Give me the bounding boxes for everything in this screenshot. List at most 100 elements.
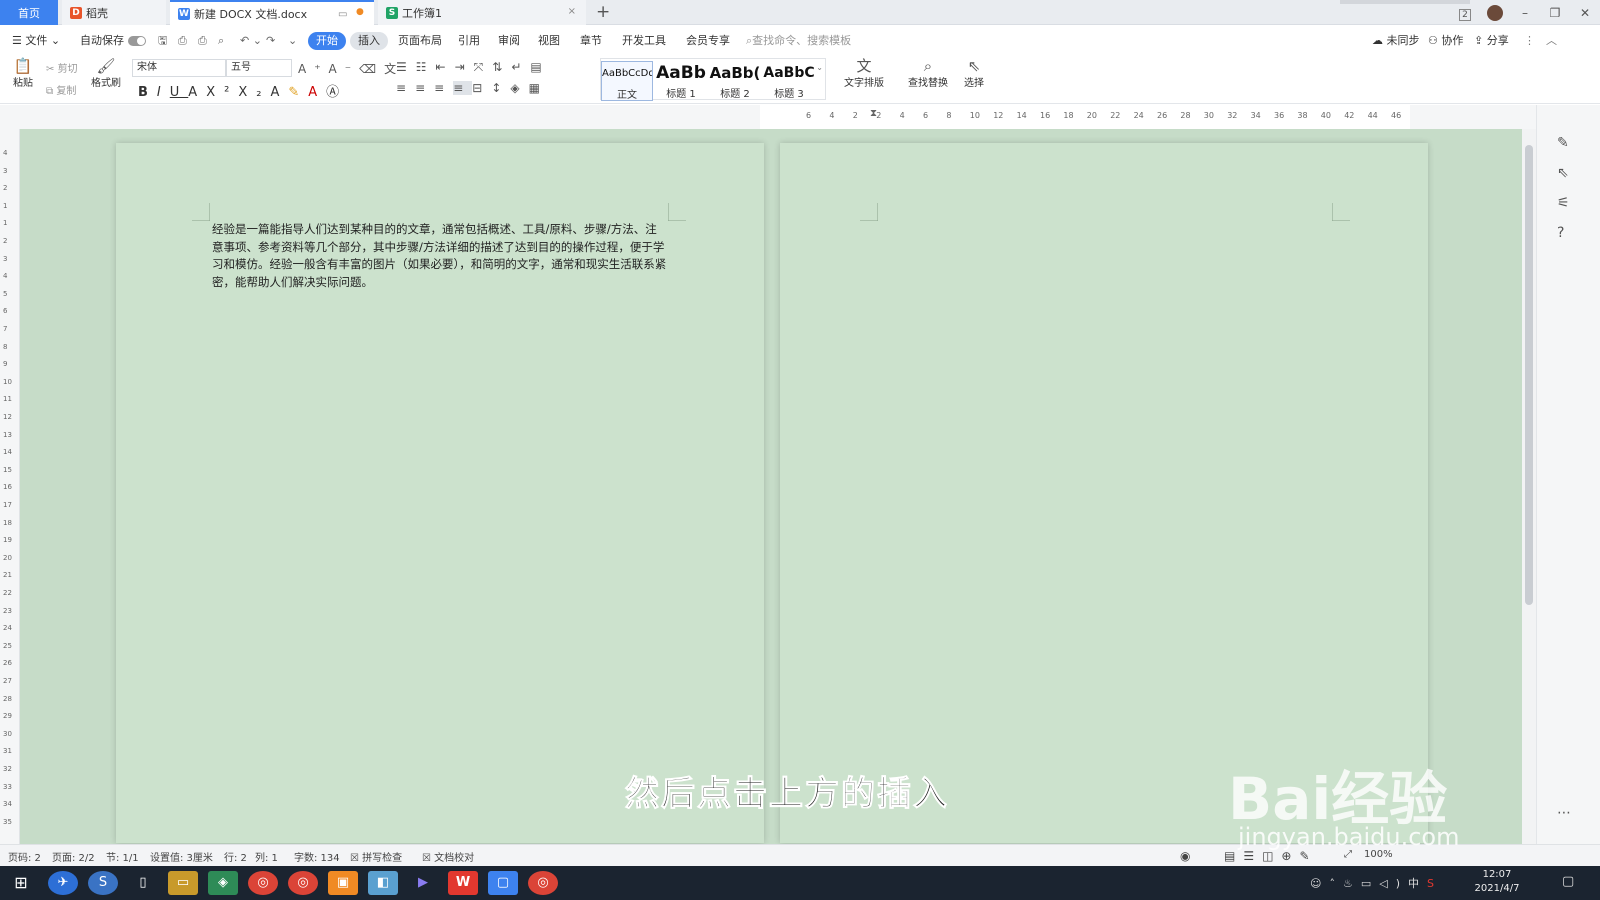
- select-button[interactable]: ⇖ 选择: [958, 58, 990, 89]
- undo-icon[interactable]: ↶ ⌄: [240, 32, 262, 50]
- file-explorer-icon[interactable]: ▭: [168, 871, 198, 895]
- underline-icon[interactable]: U: [170, 85, 189, 100]
- collapse-ribbon-icon[interactable]: ︿: [1546, 32, 1557, 50]
- customize-qat-icon[interactable]: ⌄: [288, 32, 297, 50]
- align-center-icon[interactable]: ≡: [415, 81, 434, 95]
- settings-sliders-icon[interactable]: ⚟: [1557, 195, 1570, 211]
- scrollbar-thumb[interactable]: [1525, 145, 1533, 605]
- ime-indicator[interactable]: 中: [1408, 877, 1427, 890]
- horizontal-ruler[interactable]: 6 4 2 2 4 6 8 10 12 14 16 18 20 22 24 26 28 30 32 34 36 38 40 4…: [0, 105, 1552, 129]
- help-icon[interactable]: ?: [1557, 225, 1564, 241]
- find-replace-button[interactable]: ⌕ 查找替换: [902, 58, 954, 89]
- table-icon[interactable]: ▤: [530, 60, 550, 74]
- borders-icon[interactable]: ▦: [529, 81, 549, 95]
- autosave-toggle[interactable]: 自动保存: [80, 32, 146, 50]
- tab-developer[interactable]: 开发工具: [622, 32, 666, 50]
- app-note-icon[interactable]: ◧: [368, 871, 398, 895]
- subscript-icon[interactable]: X₂: [238, 85, 270, 100]
- superscript-icon[interactable]: X²: [206, 85, 238, 100]
- status-words[interactable]: 字数: 134: [294, 849, 340, 864]
- network-icon[interactable]: ▭: [1361, 877, 1379, 890]
- tab-member[interactable]: 会员专享: [686, 32, 730, 50]
- tab-page-layout[interactable]: 页面布局: [398, 32, 442, 50]
- numbering-icon[interactable]: ☷: [416, 60, 436, 74]
- more-icon[interactable]: ⋮: [1524, 32, 1535, 50]
- save-icon[interactable]: 🖫: [158, 32, 167, 50]
- window-count-badge[interactable]: 2: [1450, 6, 1480, 21]
- media-player-icon[interactable]: ▶: [408, 871, 438, 895]
- text-effect-icon[interactable]: A: [270, 85, 288, 100]
- volume-icon[interactable]: ◁): [1379, 877, 1408, 890]
- format-painter-button[interactable]: 🖌 格式刷: [90, 58, 122, 89]
- app-window-icon[interactable]: ▢: [488, 871, 518, 895]
- tab-review[interactable]: 审阅: [498, 32, 520, 50]
- status-section[interactable]: 节: 1/1: [106, 849, 139, 864]
- tray-chevron-icon[interactable]: ˄: [1329, 877, 1343, 890]
- outdent-icon[interactable]: ⇤: [436, 60, 455, 74]
- tab-docer[interactable]: D 稻壳: [62, 0, 166, 25]
- tab-chapter[interactable]: 章节: [580, 32, 602, 50]
- distribute-icon[interactable]: ⊟: [472, 81, 491, 95]
- collab-button[interactable]: ⚇ 协作: [1428, 32, 1463, 50]
- paste-button[interactable]: 📋 粘贴: [10, 58, 36, 89]
- sync-button[interactable]: ☁ 未同步: [1372, 32, 1420, 50]
- char-border-icon[interactable]: Ⓐ: [326, 85, 348, 100]
- app-shield-icon[interactable]: ◈: [208, 871, 238, 895]
- app-feather-icon[interactable]: ✈: [48, 871, 78, 895]
- font-name-select[interactable]: 宋体: [132, 59, 226, 77]
- style-normal[interactable]: AaBbCcDd 正文: [601, 61, 653, 101]
- style-gallery-more-icon[interactable]: ⌄: [816, 63, 823, 72]
- windows-start-icon[interactable]: ⊞: [6, 871, 36, 895]
- sogou-tray-icon[interactable]: S: [1427, 877, 1442, 890]
- status-row[interactable]: 行: 2: [224, 849, 247, 864]
- monitor-icon[interactable]: ▭: [338, 9, 347, 20]
- status-pages[interactable]: 页面: 2/2: [52, 849, 95, 864]
- text-layout-button[interactable]: ⽂文字排版: [838, 58, 890, 89]
- style-heading1[interactable]: AaBb 标题 1: [655, 61, 707, 101]
- restore-icon[interactable]: ❐: [1540, 6, 1570, 20]
- italic-icon[interactable]: I: [157, 85, 170, 100]
- status-page-num[interactable]: 页码: 2: [8, 849, 41, 864]
- line-spacing-icon[interactable]: ↕: [491, 81, 510, 95]
- indent-marker-icon[interactable]: ⧗: [870, 108, 877, 119]
- unsaved-dot-icon[interactable]: ●: [356, 7, 364, 17]
- align-right-icon[interactable]: ≡: [434, 81, 453, 95]
- redo-icon[interactable]: ↷: [266, 32, 275, 50]
- sort-icon[interactable]: ⇅: [492, 60, 511, 74]
- tab-references[interactable]: 引用: [458, 32, 480, 50]
- more-dots-icon[interactable]: ⋯: [1557, 805, 1571, 821]
- status-setting[interactable]: 设置值: 3厘米: [150, 849, 213, 864]
- tab-workbook[interactable]: S 工作簿1 ×: [378, 0, 586, 25]
- bold-icon[interactable]: B: [138, 85, 157, 100]
- align-left-icon[interactable]: ≡: [396, 81, 415, 95]
- app-sogou-icon[interactable]: S: [88, 871, 118, 895]
- tab-document[interactable]: W 新建 DOCX 文档.docx ▭ ●: [170, 0, 374, 25]
- highlight-icon[interactable]: ✎: [288, 85, 308, 100]
- share-button[interactable]: ⇪ 分享: [1474, 32, 1509, 50]
- wps-office-icon[interactable]: W: [448, 871, 478, 895]
- show-marks-icon[interactable]: ↵: [511, 60, 530, 74]
- shrink-font-icon[interactable]: A⁻: [329, 62, 360, 76]
- tab-start[interactable]: 开始: [308, 32, 346, 50]
- eye-protection-icon[interactable]: ◉: [1180, 849, 1190, 863]
- chrome-icon-2[interactable]: ◎: [288, 871, 318, 895]
- style-heading3[interactable]: AaBbC 标题 3: [763, 61, 815, 101]
- tray-app-icon[interactable]: ♨: [1343, 877, 1361, 890]
- app-orange-icon[interactable]: ▣: [328, 871, 358, 895]
- tab-home[interactable]: 首页: [0, 0, 58, 25]
- shading-icon[interactable]: ◈: [510, 81, 528, 95]
- spell-check-button[interactable]: ☒ 拼写检查: [350, 849, 402, 864]
- bullets-icon[interactable]: ☰: [396, 60, 416, 74]
- output-icon[interactable]: ⎙: [178, 32, 187, 50]
- chrome-icon[interactable]: ◎: [248, 871, 278, 895]
- notification-icon[interactable]: ▢: [1562, 874, 1574, 889]
- avatar[interactable]: [1480, 4, 1510, 21]
- font-size-select[interactable]: 五号: [226, 59, 292, 77]
- print-preview-icon[interactable]: ⌕: [218, 32, 224, 50]
- new-tab-button[interactable]: +: [596, 2, 610, 22]
- page-2[interactable]: [780, 143, 1428, 843]
- close-tab-icon[interactable]: ×: [568, 6, 576, 17]
- vertical-ruler[interactable]: 4 3 2 1 1 2 3 4 5 6 7 8 9 10 11 12 13 14 15 16 17 18 19 20 21 22 2…: [0, 129, 20, 844]
- print-icon[interactable]: ⎙: [198, 32, 207, 50]
- tab-insert[interactable]: 插入: [350, 32, 388, 50]
